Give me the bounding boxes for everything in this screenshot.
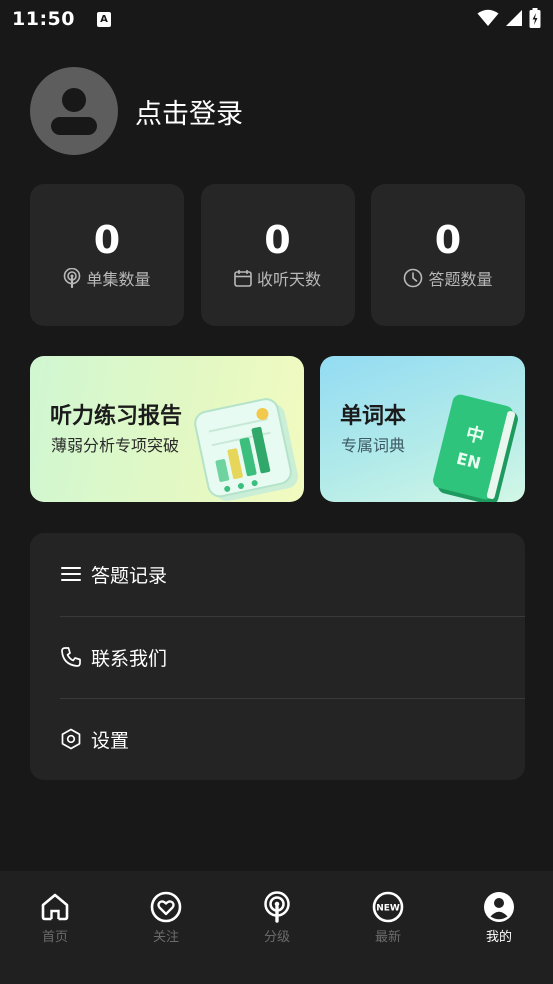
stat-label: 收听天数 [256,270,321,289]
stat-value: 0 [93,218,121,262]
stat-card-answers[interactable]: 0 答题数量 [371,184,525,326]
nav-label: 关注 [152,930,179,945]
nav-label: 我的 [485,930,512,945]
nav-label: 分级 [263,930,290,945]
status-icons [477,8,541,28]
status-time: 11:50 [12,8,75,30]
user-avatar-icon[interactable] [30,67,118,155]
signal-icon [506,10,522,26]
heart-icon [150,891,182,923]
nav-label: 最新 [374,930,401,945]
nav-item-levels[interactable]: 分级 [242,891,312,945]
podcast-icon [264,891,290,923]
status-bar: 11:50 A [0,0,553,38]
promo-title: 单词本 [340,404,407,429]
podcast-icon [64,268,81,288]
battery-icon [529,8,541,28]
nav-item-follow[interactable]: 关注 [131,891,201,945]
menu-label: 联系我们 [91,647,168,670]
stats-row: 0 单集数量 0 收听天数 0 答题数量 [30,184,525,326]
user-icon [484,892,514,922]
dictionary-book-icon: 中 EN [433,394,518,502]
bar-chart-illustration-icon [194,398,298,501]
list-icon [61,567,81,581]
menu-item-contact-us[interactable]: 联系我们 [60,616,525,698]
notification-a-icon: A [96,11,111,27]
bottom-navigation: 首页 关注 分级 NEW 最新 我的 [0,871,553,984]
menu-item-settings[interactable]: 设置 [60,698,525,780]
menu-item-answer-records[interactable]: 答题记录 [60,533,525,615]
calendar-icon [234,270,252,287]
clock-icon [404,268,423,288]
menu-label: 答题记录 [91,564,168,587]
stat-card-days[interactable]: 0 收听天数 [200,184,355,326]
new-badge-icon: NEW [372,891,404,923]
nav-item-mine[interactable]: 我的 [464,891,534,945]
profile-header[interactable]: 点击登录 [30,67,243,155]
listening-report-card[interactable]: 听力练习报告 薄弱分析专项突破 [30,356,304,502]
nav-label: 首页 [41,930,68,945]
nav-item-home[interactable]: 首页 [20,891,90,945]
stat-value: 0 [434,218,462,262]
menu-label: 设置 [91,729,130,752]
wifi-icon [477,9,499,26]
login-link[interactable]: 点击登录 [135,92,243,131]
home-icon [41,893,69,921]
stat-value: 0 [264,218,291,262]
promo-title: 听力练习报告 [50,404,183,429]
stat-label: 单集数量 [86,270,151,289]
svg-text:NEW: NEW [376,904,400,914]
promo-subtitle: 薄弱分析专项突破 [51,436,180,455]
stat-label: 答题数量 [428,270,493,289]
hexagon-settings-icon [61,728,81,750]
menu-card: 答题记录 联系我们 设置 [30,533,525,780]
promo-row: 听力练习报告 薄弱分析专项突破 单词本 专属词典 中 EN [30,356,525,502]
vocabulary-book-card[interactable]: 单词本 专属词典 中 EN [320,356,525,502]
nav-item-latest[interactable]: NEW 最新 [353,891,423,945]
phone-icon [61,647,81,667]
stat-card-episodes[interactable]: 0 单集数量 [30,184,184,326]
promo-subtitle: 专属词典 [341,436,406,455]
